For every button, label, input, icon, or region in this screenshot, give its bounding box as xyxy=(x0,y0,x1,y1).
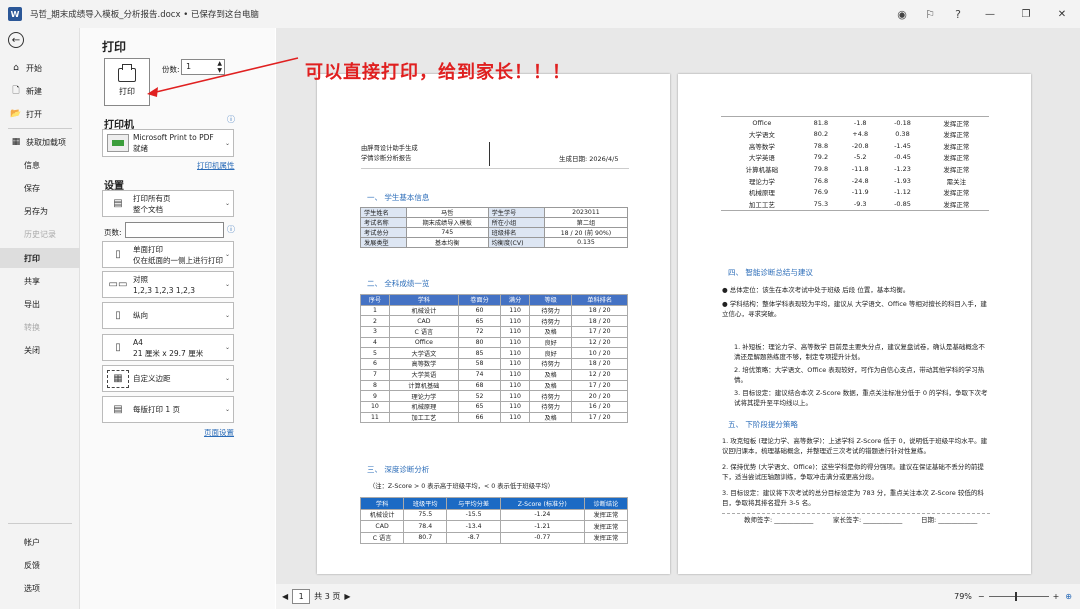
zoom-slider[interactable] xyxy=(988,592,1049,601)
zoom-level: 79% xyxy=(954,592,972,601)
zoom-in-icon[interactable]: + xyxy=(1053,592,1060,601)
annotation-text: 可以直接打印，给到家长！！！ xyxy=(305,62,571,83)
next-page-icon[interactable]: ▶ xyxy=(344,592,350,601)
page-count: 共 3 页 xyxy=(314,592,341,601)
fit-page-icon[interactable]: ⊕ xyxy=(1065,592,1072,601)
zoom-out-icon[interactable]: − xyxy=(978,592,985,601)
annotation-arrow xyxy=(147,57,299,97)
prev-page-icon[interactable]: ◀ xyxy=(282,592,288,601)
page-number-input[interactable]: 1 xyxy=(292,589,311,604)
status-bar: ◀ 1 共 3 页 ▶ 79% − + ⊕ xyxy=(276,584,1080,609)
